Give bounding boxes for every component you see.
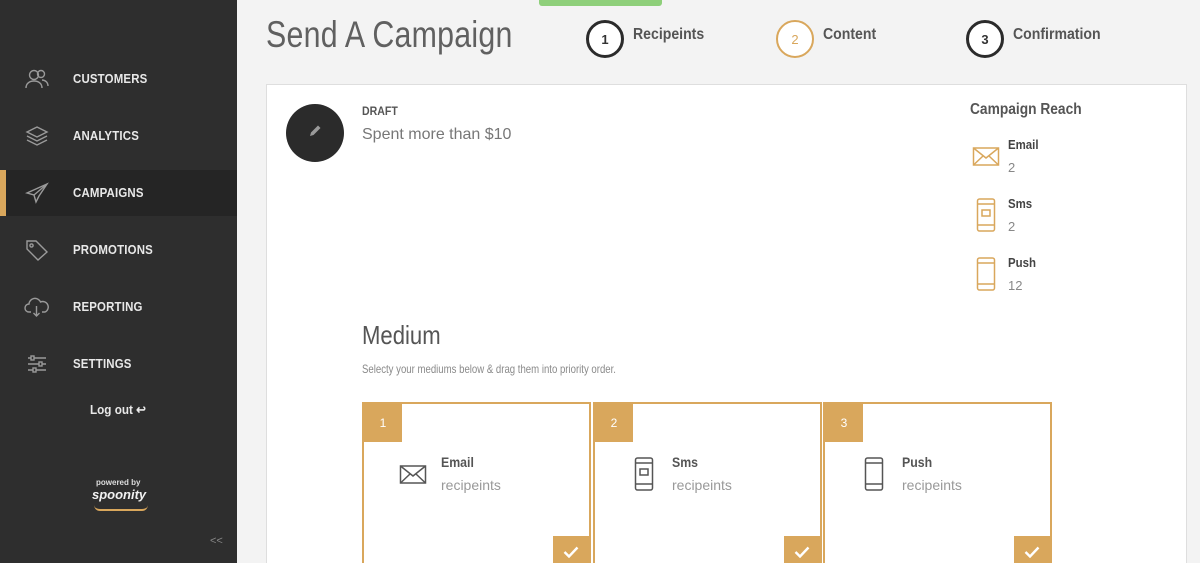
sidebar-item-reporting[interactable]: REPORTING (0, 284, 237, 330)
medium-name: Email (441, 454, 474, 470)
sidebar-item-label: SETTINGS (73, 356, 132, 371)
campaign-status: DRAFT (362, 104, 398, 118)
sms-phone-icon (629, 455, 659, 493)
sidebar-item-promotions[interactable]: PROMOTIONS (0, 227, 237, 273)
medium-card-sms[interactable]: 2 Sms recipeints (593, 402, 822, 563)
envelope-icon (972, 137, 1000, 175)
tag-icon (24, 238, 50, 262)
checkmark-icon (563, 545, 579, 563)
brand-logo: spoonity (92, 487, 147, 502)
step-recipients[interactable]: 1 Recipeints (586, 20, 714, 58)
step-label: Content (823, 26, 877, 43)
step-number: 2 (776, 20, 814, 58)
reach-count: 12 (1008, 278, 1023, 293)
paper-plane-icon (24, 181, 50, 205)
reach-name: Email (1008, 137, 1039, 152)
step-label: Recipeints (633, 26, 705, 43)
sms-phone-icon (972, 196, 1000, 234)
layers-icon (24, 124, 50, 148)
medium-select-checkbox[interactable] (784, 536, 820, 563)
reach-name: Sms (1008, 196, 1033, 211)
cloud-download-icon (24, 295, 50, 319)
page-title: Send A Campaign (266, 14, 513, 55)
medium-desc: recipeints (672, 477, 732, 493)
sidebar-item-label: PROMOTIONS (73, 242, 153, 257)
medium-select-checkbox[interactable] (553, 536, 589, 563)
push-phone-icon (972, 255, 1000, 293)
logout-link[interactable]: Log out ↩ (90, 402, 146, 418)
medium-desc: recipeints (902, 477, 962, 493)
sidebar: CUSTOMERS ANALYTICS CAMPAIGNS PROMOTIONS (0, 0, 237, 563)
collapse-sidebar-button[interactable]: << (210, 535, 223, 547)
sidebar-item-settings[interactable]: SETTINGS (0, 341, 237, 387)
sidebar-item-customers[interactable]: CUSTOMERS (0, 56, 237, 102)
medium-name: Push (902, 454, 933, 470)
brand-logo-swoosh (94, 505, 148, 511)
checkmark-icon (1024, 545, 1040, 563)
medium-title: Medium (362, 320, 441, 350)
push-phone-icon (859, 455, 889, 493)
envelope-icon (398, 455, 428, 493)
step-confirmation[interactable]: 3 Confirmation (966, 20, 1113, 58)
reach-count: 2 (1008, 160, 1016, 175)
progress-indicator (539, 0, 662, 6)
priority-number: 1 (364, 404, 402, 442)
medium-card-push[interactable]: 3 Push recipeints (823, 402, 1052, 563)
pencil-icon (307, 123, 323, 144)
edit-campaign-button[interactable] (286, 104, 344, 162)
sliders-icon (24, 352, 50, 376)
step-number: 3 (966, 20, 1004, 58)
customers-icon (24, 67, 50, 91)
medium-subtitle: Selecty your mediums below & drag them i… (362, 362, 616, 376)
sidebar-item-label: CAMPAIGNS (73, 185, 144, 200)
sidebar-item-label: CUSTOMERS (73, 71, 148, 86)
campaign-reach-title: Campaign Reach (970, 101, 1082, 118)
step-content[interactable]: 2 Content (776, 20, 883, 58)
reach-name: Push (1008, 255, 1036, 270)
sidebar-item-label: ANALYTICS (73, 128, 139, 143)
medium-card-email[interactable]: 1 Email recipeints (362, 402, 591, 563)
sidebar-item-campaigns[interactable]: CAMPAIGNS (0, 170, 237, 216)
priority-number: 2 (595, 404, 633, 442)
powered-by-label: powered by (96, 478, 141, 487)
step-label: Confirmation (1013, 26, 1101, 43)
medium-name: Sms (672, 454, 699, 470)
step-number: 1 (586, 20, 624, 58)
sidebar-item-analytics[interactable]: ANALYTICS (0, 113, 237, 159)
campaign-name: Spent more than $10 (362, 126, 512, 143)
checkmark-icon (794, 545, 810, 563)
medium-desc: recipeints (441, 477, 501, 493)
reach-count: 2 (1008, 219, 1016, 234)
priority-number: 3 (825, 404, 863, 442)
sidebar-item-label: REPORTING (73, 299, 143, 314)
medium-select-checkbox[interactable] (1014, 536, 1050, 563)
